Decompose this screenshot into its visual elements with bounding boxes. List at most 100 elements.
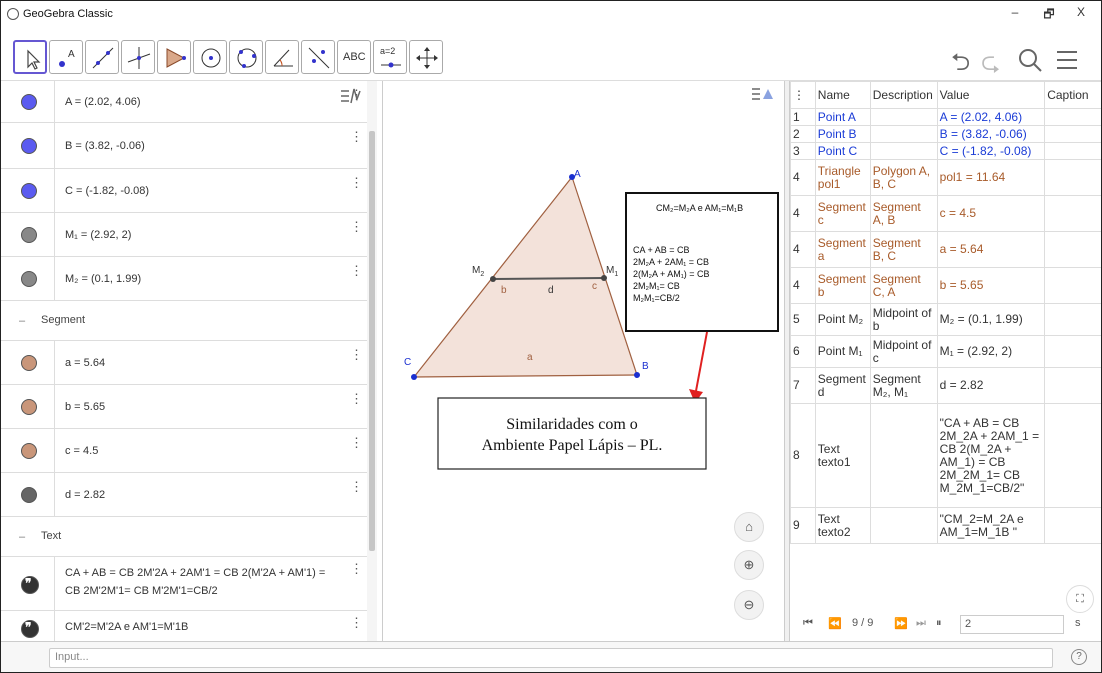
algebra-item-segment[interactable]: c = 4.5 ⋮	[1, 429, 367, 473]
maximize-button[interactable]: 🗗	[1039, 5, 1059, 26]
text-tool-button[interactable]: ABC	[337, 40, 371, 74]
algebra-item-text[interactable]: CM'2=M'2A e AM'1=M'1B	[65, 621, 188, 633]
collapse-icon[interactable]: –	[19, 531, 29, 543]
polygon-tool-button[interactable]	[157, 40, 191, 74]
visibility-marker[interactable]: ❞	[1, 611, 55, 641]
algebra-item-text[interactable]: M₁ = (2.92, 2)	[65, 229, 131, 241]
visibility-marker[interactable]	[1, 385, 55, 428]
algebra-item-text[interactable]: CA + AB = CB 2M'2A + 2AM'1 = CB 2(M'2A +…	[65, 567, 325, 579]
item-menu-icon[interactable]: ⋮	[350, 129, 363, 145]
protocol-column-header[interactable]: ⋮	[790, 81, 816, 109]
algebra-item-text[interactable]: b = 5.65	[65, 401, 105, 413]
group-header-segment[interactable]: – Segment	[1, 301, 367, 341]
algebra-item-text[interactable]: a = 5.64	[65, 357, 105, 369]
point-m2[interactable]	[490, 276, 496, 282]
protocol-column-header[interactable]: Caption	[1044, 81, 1101, 109]
algebra-style-button[interactable]	[337, 85, 365, 111]
protocol-row[interactable]: 4 Triangle pol1 Polygon A, B, Cpol1 = 11.6…	[790, 159, 1101, 196]
zoom-out-button[interactable]: ⊖	[734, 590, 764, 620]
visibility-toggle-icon[interactable]	[21, 271, 37, 287]
visibility-marker[interactable]	[1, 213, 55, 256]
previous-step-icon[interactable]: ⏪	[828, 617, 842, 630]
visibility-toggle-icon[interactable]	[21, 443, 37, 459]
last-step-icon[interactable]: ⏭	[916, 617, 926, 630]
visibility-toggle-icon[interactable]	[21, 399, 37, 415]
help-icon[interactable]: ?	[1071, 649, 1087, 665]
visibility-toggle-icon[interactable]	[21, 138, 37, 154]
algebra-item-segment[interactable]: a = 5.64 ⋮	[1, 341, 367, 385]
collapse-icon[interactable]: –	[19, 315, 29, 327]
zoom-in-button[interactable]: ⊕	[734, 550, 764, 580]
undo-icon[interactable]: ⮌	[951, 45, 970, 86]
move-tool-button[interactable]	[13, 40, 47, 74]
protocol-row[interactable]: 2 Point B B = (3.82, -0.06)	[790, 125, 1101, 143]
input-field[interactable]	[49, 648, 1053, 668]
next-step-icon[interactable]: ⏩	[894, 617, 908, 630]
algebra-item-text-object[interactable]: ❞ CA + AB = CB 2M'2A + 2AM'1 = CB 2(M'2A …	[1, 557, 367, 611]
minimize-button[interactable]: –	[1005, 5, 1025, 19]
scrollbar-thumb[interactable]	[369, 131, 375, 551]
item-menu-icon[interactable]: ⋮	[350, 219, 363, 235]
visibility-marker[interactable]	[1, 81, 55, 122]
protocol-row[interactable]: 8 Text texto1 "CA + AB = CB 2M_2A + 2AM_1 …	[790, 403, 1101, 508]
visibility-toggle-icon[interactable]	[21, 94, 37, 110]
protocol-row[interactable]: 4 Segment c Segment A, Bc = 4.5	[790, 195, 1101, 232]
visibility-marker[interactable]: ❞	[1, 557, 55, 610]
reflect-tool-button[interactable]	[301, 40, 335, 74]
algebra-item-text-line2[interactable]: CB 2M'2M'1= CB M'2M'1=CB/2	[65, 585, 218, 597]
algebra-item-text[interactable]: A = (2.02, 4.06)	[65, 96, 141, 108]
visibility-marker[interactable]	[1, 473, 55, 516]
visibility-marker[interactable]	[1, 123, 55, 168]
angle-tool-button[interactable]	[265, 40, 299, 74]
line-tool-button[interactable]	[85, 40, 119, 74]
algebra-item-point[interactable]: M₂ = (0.1, 1.99) ⋮	[1, 257, 367, 301]
item-menu-icon[interactable]: ⋮	[350, 615, 363, 631]
first-step-icon[interactable]: ⏮	[803, 617, 813, 630]
visibility-toggle-icon[interactable]	[21, 183, 37, 199]
item-menu-icon[interactable]: ⋮	[350, 263, 363, 279]
visibility-toggle-icon[interactable]: ❞	[21, 620, 39, 638]
algebra-scrollbar[interactable]	[367, 81, 377, 641]
algebra-item-point[interactable]: M₁ = (2.92, 2) ⋮	[1, 213, 367, 257]
move-view-tool-button[interactable]	[409, 40, 443, 74]
algebra-item-point[interactable]: B = (3.82, -0.06) ⋮	[1, 123, 367, 169]
protocol-row[interactable]: 4 Segment a Segment B, Ca = 5.64	[790, 231, 1101, 268]
algebra-item-text[interactable]: c = 4.5	[65, 445, 98, 457]
visibility-marker[interactable]	[1, 341, 55, 384]
fullscreen-button[interactable]: ⛶	[1066, 585, 1094, 613]
algebra-item-segment[interactable]: b = 5.65 ⋮	[1, 385, 367, 429]
graphics-style-button[interactable]	[749, 83, 779, 109]
protocol-column-header[interactable]: Description	[869, 81, 938, 109]
algebra-item-text[interactable]: M₂ = (0.1, 1.99)	[65, 273, 141, 285]
protocol-row[interactable]: 1 Point A A = (2.02, 4.06)	[790, 108, 1101, 126]
close-button[interactable]: X	[1071, 5, 1091, 19]
protocol-row[interactable]: 5 Point M₂ Midpoint of b M₂ = (0.1, 1.99)	[790, 303, 1101, 336]
protocol-row[interactable]: 3 Point C C = (-1.82, -0.08)	[790, 142, 1101, 160]
protocol-row[interactable]: 7 Segment d Segment M₂, M₁ d = 2.82	[790, 367, 1101, 404]
protocol-column-header[interactable]: Value	[936, 81, 1046, 109]
point-tool-button[interactable]: A	[49, 40, 83, 74]
protocol-row[interactable]: 4 Segment b Segment C, Ab = 5.65	[790, 267, 1101, 304]
algebra-item-point[interactable]: A = (2.02, 4.06) ⋮	[1, 81, 367, 123]
home-button[interactable]: ⌂	[734, 512, 764, 542]
protocol-row[interactable]: 6 Point M₁ Midpoint of c M₁ = (2.92, 2)	[790, 335, 1101, 368]
algebra-item-segment[interactable]: d = 2.82 ⋮	[1, 473, 367, 517]
graphics-canvas[interactable]: A B C M2 M1 a b c d CM₂=M₂A e AM₁=M₁B CA…	[384, 81, 784, 641]
circle-tool-button[interactable]	[193, 40, 227, 74]
visibility-marker[interactable]	[1, 257, 55, 300]
visibility-toggle-icon[interactable]	[21, 355, 37, 371]
item-menu-icon[interactable]: ⋮	[350, 347, 363, 363]
visibility-toggle-icon[interactable]	[21, 227, 37, 243]
item-menu-icon[interactable]: ⋮	[350, 479, 363, 495]
visibility-marker[interactable]	[1, 169, 55, 212]
visibility-marker[interactable]	[1, 429, 55, 472]
visibility-toggle-icon[interactable]	[21, 487, 37, 503]
point-c[interactable]	[411, 374, 417, 380]
redo-icon[interactable]: ⮎	[981, 45, 1000, 86]
step-speed-input[interactable]: 2	[960, 615, 1064, 634]
menu-icon[interactable]	[1055, 49, 1081, 71]
search-icon[interactable]	[1017, 47, 1043, 73]
item-menu-icon[interactable]: ⋮	[350, 175, 363, 191]
slider-tool-button[interactable]: a=2	[373, 40, 407, 74]
segment-d[interactable]	[492, 277, 605, 280]
